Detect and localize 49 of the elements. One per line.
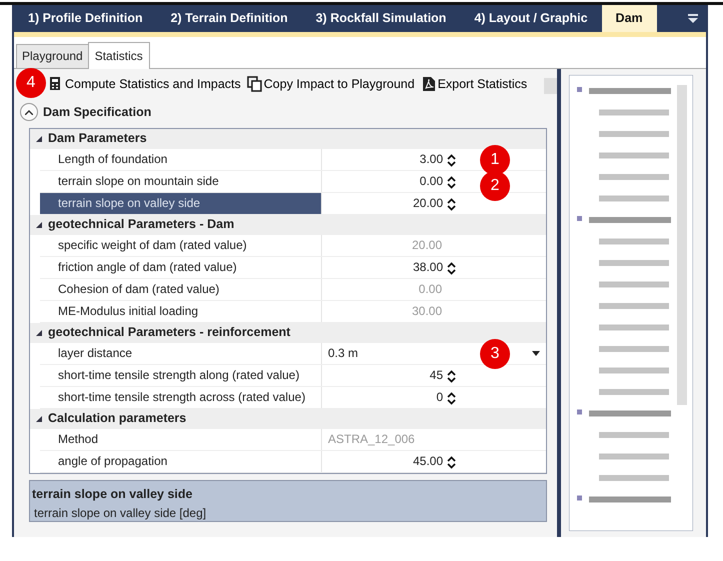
tab[interactable]: Playground: [16, 44, 89, 68]
toolbar-button[interactable]: Copy Impact to Playground: [246, 74, 415, 94]
property-value[interactable]: 0: [436, 388, 443, 406]
category-title: geotechnical Parameters - reinforcement: [48, 324, 290, 342]
property-name[interactable]: ME-Modulus initial loading: [40, 300, 322, 322]
property-name[interactable]: terrain slope on mountain side: [40, 170, 322, 192]
category-title: Calculation parameters: [48, 410, 186, 428]
category-title: geotechnical Parameters - Dam: [48, 216, 234, 234]
tab[interactable]: 2) Terrain Definition: [156, 5, 302, 32]
menu-icon[interactable]: [688, 14, 698, 23]
property-value: 0.00: [418, 281, 442, 298]
copy-icon: [246, 76, 262, 92]
property-value: 20.00: [412, 237, 442, 254]
property-name[interactable]: friction angle of dam (rated value): [40, 256, 322, 278]
property-value: 30.00: [412, 303, 442, 320]
property-name[interactable]: Cohesion of dam (rated value): [40, 278, 322, 300]
property-value[interactable]: 20.00: [412, 194, 443, 212]
property-name[interactable]: layer distance: [40, 342, 322, 364]
chevron-up-icon: [25, 110, 33, 115]
collapse-button[interactable]: [20, 103, 38, 122]
section-title: Dam Specification: [43, 104, 152, 121]
property-value[interactable]: 45: [430, 366, 443, 384]
annotation-marker: 4: [16, 68, 46, 98]
property-value: ASTRA_12_006: [328, 431, 415, 448]
pdf-icon: [420, 76, 436, 92]
property-value[interactable]: 45.00: [412, 452, 443, 470]
property-value[interactable]: 0.00: [420, 172, 443, 190]
property-name[interactable]: terrain slope on valley side: [40, 192, 322, 214]
tab[interactable]: Statistics: [88, 42, 150, 69]
tab[interactable]: 3) Rockfall Simulation: [302, 5, 460, 32]
tab[interactable]: 1) Profile Definition: [14, 5, 157, 32]
property-name[interactable]: specific weight of dam (rated value): [40, 234, 322, 256]
property-name[interactable]: short-time tensile strength across (rated value): [40, 386, 322, 408]
property-name[interactable]: short-time tensile strength along (rated value): [40, 364, 322, 386]
toolbar-button[interactable]: Export Statistics: [420, 74, 528, 94]
property-name[interactable]: Method: [40, 428, 322, 450]
description-title: terrain slope on valley side: [32, 486, 194, 503]
description-text: terrain slope on valley side [deg]: [33, 504, 208, 522]
property-value[interactable]: 38.00: [412, 258, 443, 276]
tab[interactable]: Dam: [602, 5, 657, 32]
property-value[interactable]: 0.3 m: [328, 344, 358, 362]
category-title: Dam Parameters: [48, 130, 147, 148]
calculator-icon: [48, 76, 63, 92]
toolbar-button[interactable]: Compute Statistics and Impacts: [48, 74, 241, 94]
property-value[interactable]: 3.00: [420, 150, 443, 168]
dropdown-caret-icon[interactable]: [532, 350, 540, 356]
tab[interactable]: 4) Layout / Graphic: [460, 5, 602, 32]
property-name[interactable]: Length of foundation: [40, 148, 322, 170]
property-name[interactable]: angle of propagation: [40, 450, 322, 472]
